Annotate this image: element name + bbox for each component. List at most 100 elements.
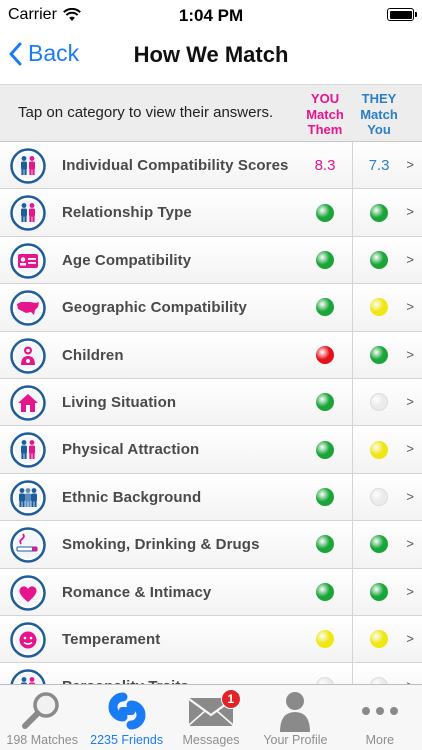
couple-icon bbox=[10, 669, 46, 684]
chevron-right-icon: > bbox=[406, 583, 414, 599]
status-time: 1:04 PM bbox=[178, 6, 244, 25]
they-score-cell: 7.3 bbox=[353, 142, 405, 188]
they-status-cell bbox=[353, 379, 405, 425]
they-status-cell bbox=[353, 426, 405, 472]
you-status-dot bbox=[316, 487, 334, 506]
they-match-you-header: THEY Match You bbox=[353, 91, 405, 138]
back-button[interactable]: Back bbox=[8, 40, 79, 67]
category-row[interactable]: Temperament > bbox=[0, 615, 422, 664]
status-bar: Carrier 1:04 PM bbox=[0, 0, 422, 30]
category-label: Children bbox=[62, 346, 124, 364]
tab-person[interactable]: Your Profile bbox=[253, 685, 337, 750]
they-status-cell bbox=[353, 521, 405, 567]
header-hint: Tap on category to view their answers. bbox=[18, 104, 274, 121]
chevron-left-icon bbox=[9, 42, 22, 65]
category-label: Individual Compatibility Scores bbox=[62, 157, 289, 174]
category-row[interactable]: Physical Attraction > bbox=[0, 426, 422, 474]
category-label: Smoking, Drinking & Drugs bbox=[62, 536, 260, 554]
they-status-dot bbox=[370, 440, 388, 459]
they-score: 7.3 bbox=[368, 156, 390, 174]
you-match-them-header: YOU Match Them bbox=[299, 91, 351, 138]
category-label: Physical Attraction bbox=[62, 441, 200, 459]
category-row[interactable]: Ethnic Background > bbox=[0, 473, 422, 522]
they-status-cell bbox=[353, 284, 405, 330]
tab-label: 2235 Friends bbox=[90, 733, 164, 747]
they-status-dot bbox=[370, 393, 388, 412]
you-score-cell: 8.3 bbox=[299, 142, 351, 188]
category-list[interactable]: Individual Compatibility Scores 8.3 7.3 > Re… bbox=[0, 142, 422, 684]
id-card-icon bbox=[10, 243, 46, 279]
they-status-cell bbox=[353, 616, 405, 662]
category-row[interactable]: Relationship Type > bbox=[0, 189, 422, 237]
you-status-cell bbox=[299, 569, 351, 615]
you-status-dot bbox=[316, 582, 334, 601]
category-row[interactable]: Smoking, Drinking & Drugs > bbox=[0, 521, 422, 569]
people-icon bbox=[10, 479, 46, 516]
category-row[interactable]: Personality Traits> bbox=[0, 663, 422, 684]
chevron-right-icon: > bbox=[406, 346, 414, 362]
category-label: Living Situation bbox=[62, 393, 177, 411]
category-row[interactable]: Age Compatibility > bbox=[0, 236, 422, 285]
they-status-cell bbox=[353, 569, 405, 615]
you-col-line-3: Them bbox=[307, 122, 343, 137]
category-label: Romance & Intimacy bbox=[62, 583, 212, 601]
category-row[interactable]: Romance & Intimacy > bbox=[0, 568, 422, 616]
chevron-right-icon: > bbox=[406, 393, 414, 409]
chevron-right-icon: > bbox=[406, 488, 414, 504]
category-label: Geographic Compatibility bbox=[62, 299, 247, 317]
face-icon bbox=[10, 622, 46, 658]
they-status-dot bbox=[370, 582, 388, 601]
they-status-dot bbox=[370, 298, 388, 317]
magnifier-icon bbox=[15, 689, 69, 733]
chevron-right-icon: > bbox=[406, 157, 414, 172]
category-row[interactable]: Living Situation > bbox=[0, 378, 422, 427]
cigarette-icon bbox=[10, 527, 46, 563]
chevron-right-icon: > bbox=[406, 441, 414, 457]
chevron-right-icon: > bbox=[406, 299, 414, 315]
battery-icon bbox=[387, 8, 417, 21]
unread-badge: 1 bbox=[220, 689, 241, 709]
you-status-cell bbox=[299, 332, 351, 378]
you-status-cell bbox=[299, 189, 351, 235]
they-status-cell bbox=[353, 189, 405, 235]
they-status-dot bbox=[370, 487, 388, 506]
you-status-cell bbox=[299, 616, 351, 662]
baby-icon bbox=[10, 337, 46, 374]
heart-icon bbox=[10, 574, 46, 611]
chevron-right-icon: > bbox=[406, 630, 414, 646]
you-status-dot bbox=[316, 630, 334, 649]
table-header: Tap on category to view their answers. Y… bbox=[0, 84, 422, 142]
tab-bar: 198 Matches 2235 Friends 1 Messages Your Pro… bbox=[0, 684, 422, 750]
category-row[interactable]: Geographic Compatibility > bbox=[0, 284, 422, 332]
tab-envelope[interactable]: 1 Messages bbox=[169, 685, 253, 750]
category-label: Temperament bbox=[62, 630, 161, 648]
navigation-bar: Back How We Match bbox=[0, 30, 422, 84]
you-status-dot bbox=[316, 393, 334, 412]
couple-icon bbox=[10, 148, 46, 184]
category-label: Age Compatibility bbox=[62, 251, 192, 269]
category-row[interactable]: Children > bbox=[0, 331, 422, 379]
you-status-cell bbox=[299, 521, 351, 567]
they-status-dot bbox=[370, 630, 388, 649]
you-status-cell bbox=[299, 426, 351, 472]
chevron-right-icon: > bbox=[406, 536, 414, 552]
category-row[interactable]: Individual Compatibility Scores 8.3 7.3 > bbox=[0, 142, 422, 190]
couple-icon bbox=[10, 432, 46, 469]
they-col-line-3: You bbox=[367, 122, 391, 137]
category-label: Relationship Type bbox=[62, 204, 192, 222]
they-status-cell bbox=[353, 474, 405, 520]
more-dots-icon bbox=[353, 689, 407, 733]
you-score: 8.3 bbox=[314, 156, 336, 174]
you-status-cell bbox=[299, 379, 351, 425]
tab-more-dots[interactable]: More bbox=[338, 685, 422, 750]
tab-friends-link[interactable]: 2235 Friends bbox=[84, 685, 168, 750]
they-col-line-2: Match bbox=[360, 106, 398, 122]
you-status-cell bbox=[299, 663, 351, 684]
tab-magnifier[interactable]: 198 Matches bbox=[0, 685, 84, 750]
you-status-dot bbox=[316, 345, 334, 364]
you-status-dot bbox=[316, 298, 334, 317]
they-status-dot bbox=[370, 250, 388, 269]
you-status-dot bbox=[316, 250, 334, 269]
you-col-line-2: Match bbox=[306, 106, 344, 122]
they-status-cell bbox=[353, 663, 405, 684]
